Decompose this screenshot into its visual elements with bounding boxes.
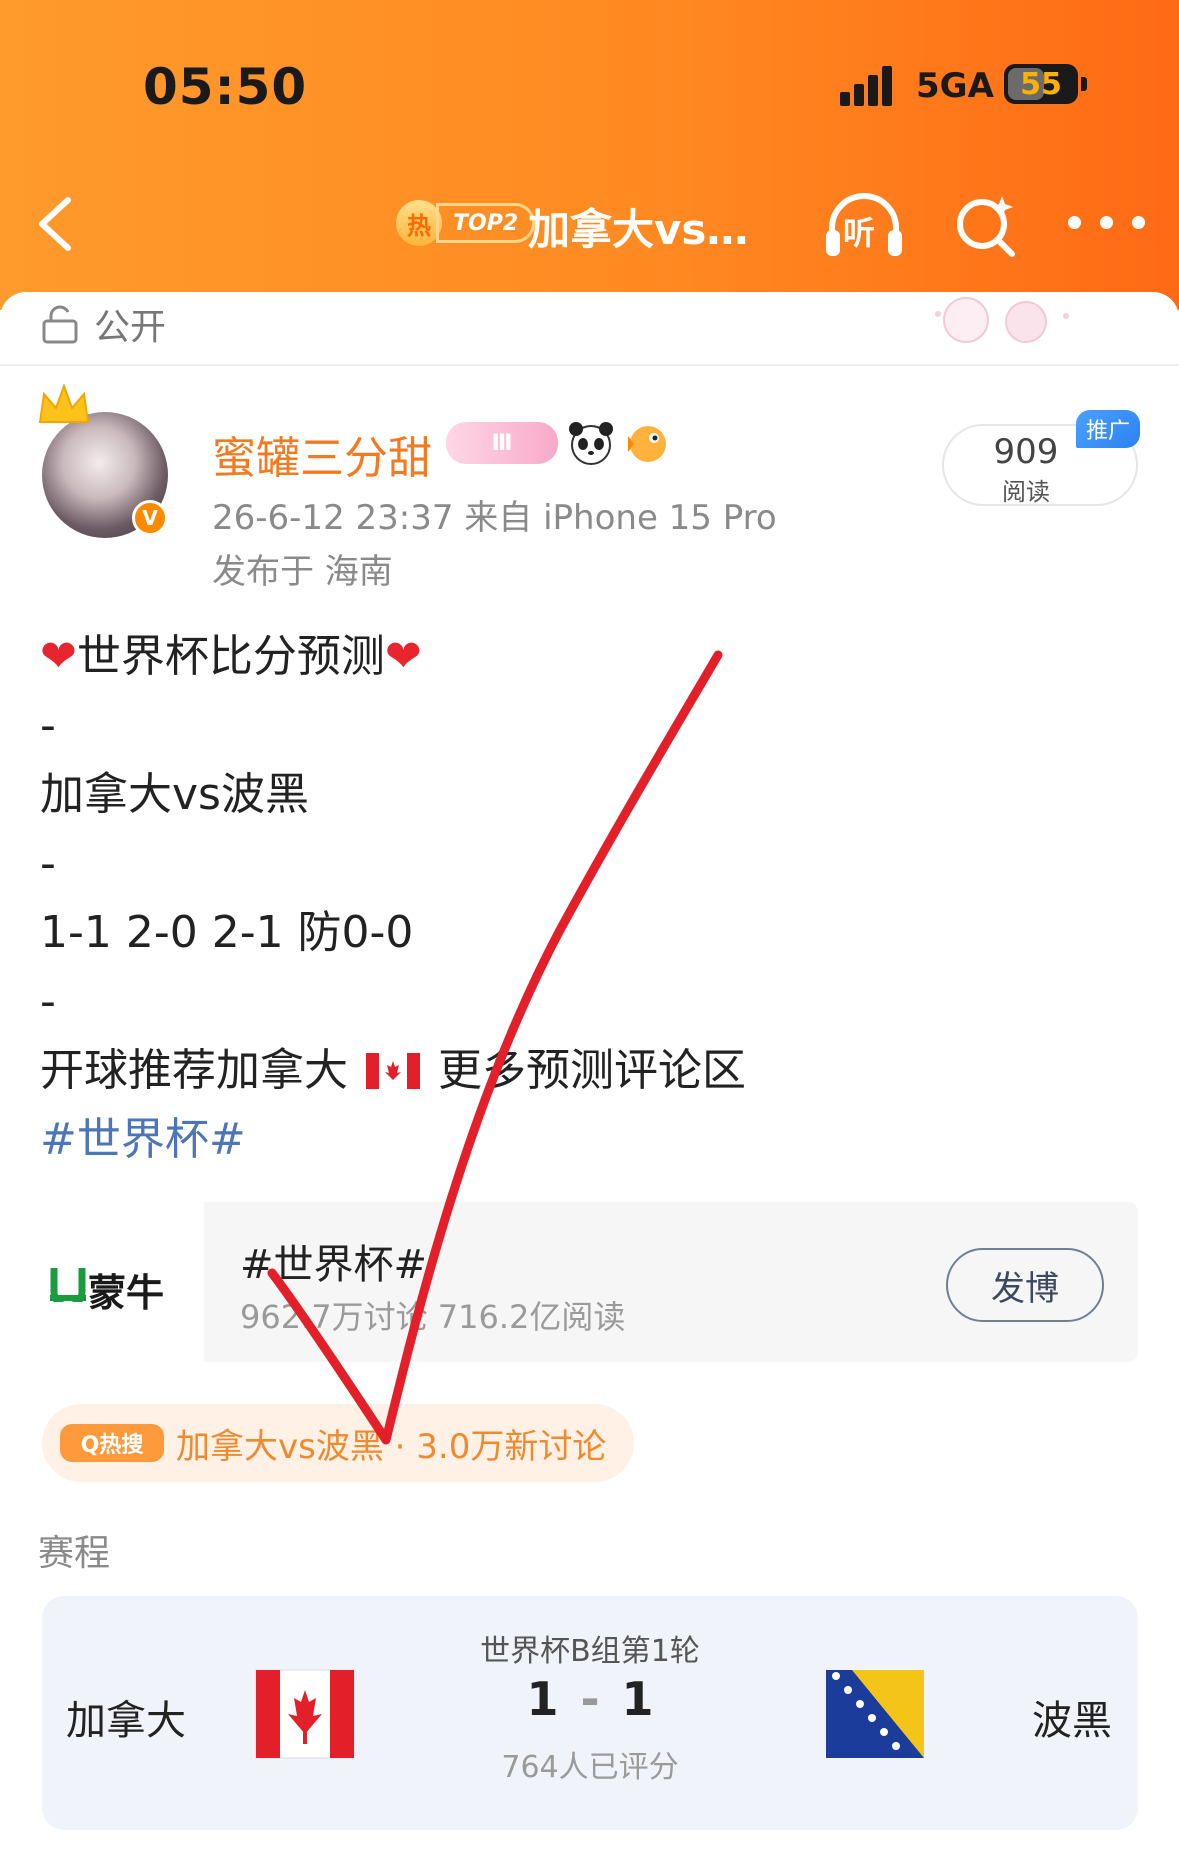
topic-card[interactable]: 蒙牛 #世界杯# 962.7万讨论 716.2亿阅读 发博 xyxy=(42,1202,1138,1362)
heart-icon: ❤ xyxy=(40,631,77,682)
content-more-text: 更多预测评论区 xyxy=(438,1045,746,1096)
verified-badge-icon: V xyxy=(132,500,168,536)
sponsor-logo: 蒙牛 xyxy=(42,1202,204,1362)
content-line-title: ❤世界杯比分预测❤ xyxy=(40,622,1140,691)
match-score: 1-1 xyxy=(42,1672,1138,1726)
listen-label: 听 xyxy=(843,214,876,252)
heart-icon: ❤ xyxy=(384,631,422,682)
author-badges: Ⅲ xyxy=(446,420,672,466)
mengniu-logo-icon xyxy=(50,1268,86,1302)
network-type: 5GA xyxy=(916,66,994,106)
battery-icon: 55 xyxy=(1004,64,1078,104)
signal-icon xyxy=(840,66,894,106)
search-icon[interactable] xyxy=(952,192,1020,260)
battery-tip xyxy=(1081,77,1087,91)
content-matchup: 加拿大vs波黑 xyxy=(40,769,309,820)
post-to-topic-button[interactable]: 发博 xyxy=(946,1248,1104,1322)
schedule-label: 赛程 xyxy=(38,1533,111,1574)
content-dash: - xyxy=(40,700,56,751)
bosnia-flag-icon xyxy=(826,1670,924,1758)
crown-icon xyxy=(38,383,90,423)
hot-search-text: 加拿大vs波黑 · 3.0万新讨论 xyxy=(176,1426,607,1467)
more-options-icon[interactable] xyxy=(1068,216,1154,230)
visibility-row: 公开 xyxy=(40,298,166,350)
hot-rank-label: TOP2 xyxy=(436,203,536,243)
hot-search-pill[interactable]: Q热搜 加拿大vs波黑 · 3.0万新讨论 xyxy=(42,1404,634,1482)
divider xyxy=(0,364,1179,366)
sponsor-name: 蒙牛 xyxy=(88,1271,165,1315)
topic-title[interactable]: #世界杯# xyxy=(240,1232,427,1290)
author-name[interactable]: 蜜罐三分甜 xyxy=(212,422,432,486)
content-predictions: 1-1 2-0 2-1 防0-0 xyxy=(40,907,414,958)
rating-count: 764人已评分 xyxy=(501,1750,679,1785)
content-dash: - xyxy=(40,976,56,1027)
post-time-source: 26-6-12 23:37 来自 iPhone 15 Pro xyxy=(212,498,777,538)
content-dash: - xyxy=(40,838,56,889)
post-content: ❤世界杯比分预测❤ - 加拿大vs波黑 - 1-1 2-0 2-1 防0-0 -… xyxy=(40,622,1140,1174)
author-avatar-area[interactable]: V xyxy=(36,382,176,542)
content-recommendation: 开球推荐加拿大 更多预测评论区 xyxy=(40,1036,1140,1105)
match-card[interactable]: 加拿大 世界杯B组第1轮 1-1 764人已评分 波黑 xyxy=(42,1596,1138,1830)
status-time: 05:50 xyxy=(143,58,308,116)
promote-tag[interactable]: 推广 xyxy=(1076,410,1140,448)
lock-icon xyxy=(42,305,78,344)
content-title: 世界杯比分预测 xyxy=(76,631,385,682)
post-location: 发布于 海南 xyxy=(212,552,393,592)
back-arrow-icon[interactable] xyxy=(32,194,82,254)
pufferfish-icon xyxy=(628,426,666,462)
panda-icon xyxy=(569,422,613,465)
score-separator: - xyxy=(580,1672,600,1726)
top-header: 05:50 5GA 55 热 TOP2 加拿大vs… 听 xyxy=(0,0,1179,310)
sticker-decoration-icon xyxy=(935,297,1069,343)
home-score: 1 xyxy=(526,1672,559,1726)
battery-percent: 55 xyxy=(1020,67,1062,102)
visibility-label: 公开 xyxy=(94,307,167,348)
canada-flag-icon xyxy=(366,1053,420,1089)
content-hashtag[interactable]: #世界杯# xyxy=(40,1105,1140,1174)
nav-title: 加拿大vs… xyxy=(528,205,749,254)
match-stage: 世界杯B组第1轮 xyxy=(480,1634,700,1669)
hot-search-icon: Q热搜 xyxy=(60,1424,164,1462)
away-score: 1 xyxy=(621,1672,654,1726)
away-team-name: 波黑 xyxy=(1032,1698,1112,1744)
hot-rank-badge[interactable]: 热 TOP2 xyxy=(396,200,536,246)
vip-badge[interactable]: Ⅲ xyxy=(446,422,558,464)
read-label: 阅读 xyxy=(1002,478,1050,506)
content-recommend-text: 开球推荐加拿大 xyxy=(40,1045,348,1096)
post-detail: 公开 V 蜜罐三分甜 Ⅲ 26-6-12 23:37 来自 iPhone 15 … xyxy=(0,292,1179,1872)
topic-stats: 962.7万讨论 716.2亿阅读 xyxy=(240,1298,626,1336)
